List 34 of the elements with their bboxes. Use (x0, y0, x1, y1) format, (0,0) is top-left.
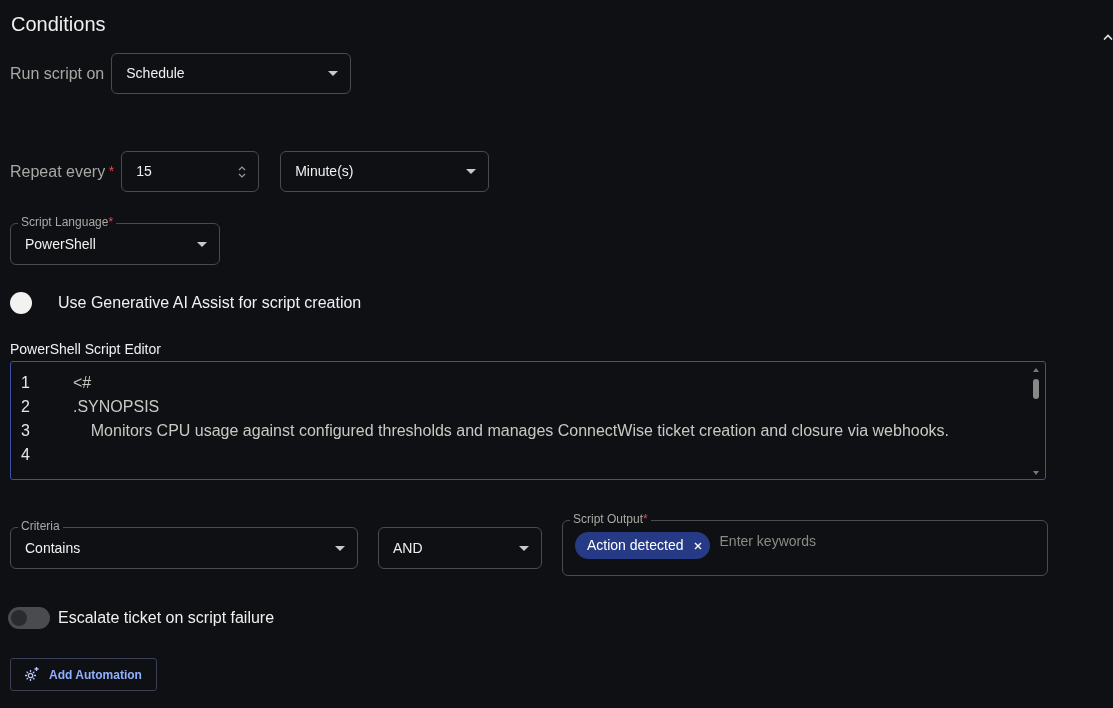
keyword-tag: Action detected (575, 532, 710, 559)
caret-icon (466, 169, 477, 174)
editor-label: PowerShell Script Editor (10, 340, 162, 358)
code-line: Monitors CPU usage against configured thresholds and manages ConnectWise ticket creation and closure via webhooks. (89, 421, 950, 441)
field-label: Run script on (10, 63, 105, 84)
add-automation-button[interactable]: Add Automation (10, 658, 157, 691)
line-number: 4 (20, 445, 31, 465)
required-mark: * (108, 162, 115, 181)
toggle-switch[interactable] (8, 607, 50, 629)
toggle-label: Use Generative AI Assist for script creation (58, 293, 362, 313)
section-title: Conditions (11, 12, 107, 36)
gear-sparkle-icon (23, 666, 40, 683)
code-line: .SYNOPSIS (73, 397, 160, 417)
operator-dropdown[interactable]: AND (378, 527, 542, 569)
toggle-knob[interactable] (10, 292, 32, 314)
collapse-chevron-icon[interactable] (1103, 34, 1113, 41)
code-line: <# (73, 373, 92, 393)
caret-icon (335, 545, 345, 551)
code-editor[interactable]: 1 <# 2 .SYNOPSIS 3 Monitors CPU usage against configured thresholds and manages ConnectWise ticket creation and closure via webhooks. 4 (10, 361, 1046, 480)
field-label: Repeat every (10, 161, 106, 182)
number-field[interactable]: 15 (121, 151, 260, 192)
caret-icon (197, 241, 207, 247)
line-number: 3 (20, 421, 31, 441)
remove-icon[interactable] (693, 541, 702, 550)
line-number: 2 (20, 397, 31, 417)
caret-icon (328, 71, 339, 76)
line-number: 1 (20, 373, 31, 393)
caret-icon (519, 545, 529, 551)
toggle-label: Escalate ticket on script failure (58, 608, 275, 628)
stepper-icon[interactable] (238, 164, 247, 179)
field-label: Criteria (21, 518, 60, 534)
unit-dropdown[interactable]: Minute(s) (280, 151, 490, 192)
keyword-input[interactable]: Enter keywords (717, 530, 918, 553)
schedule-dropdown[interactable]: Schedule (111, 53, 352, 94)
